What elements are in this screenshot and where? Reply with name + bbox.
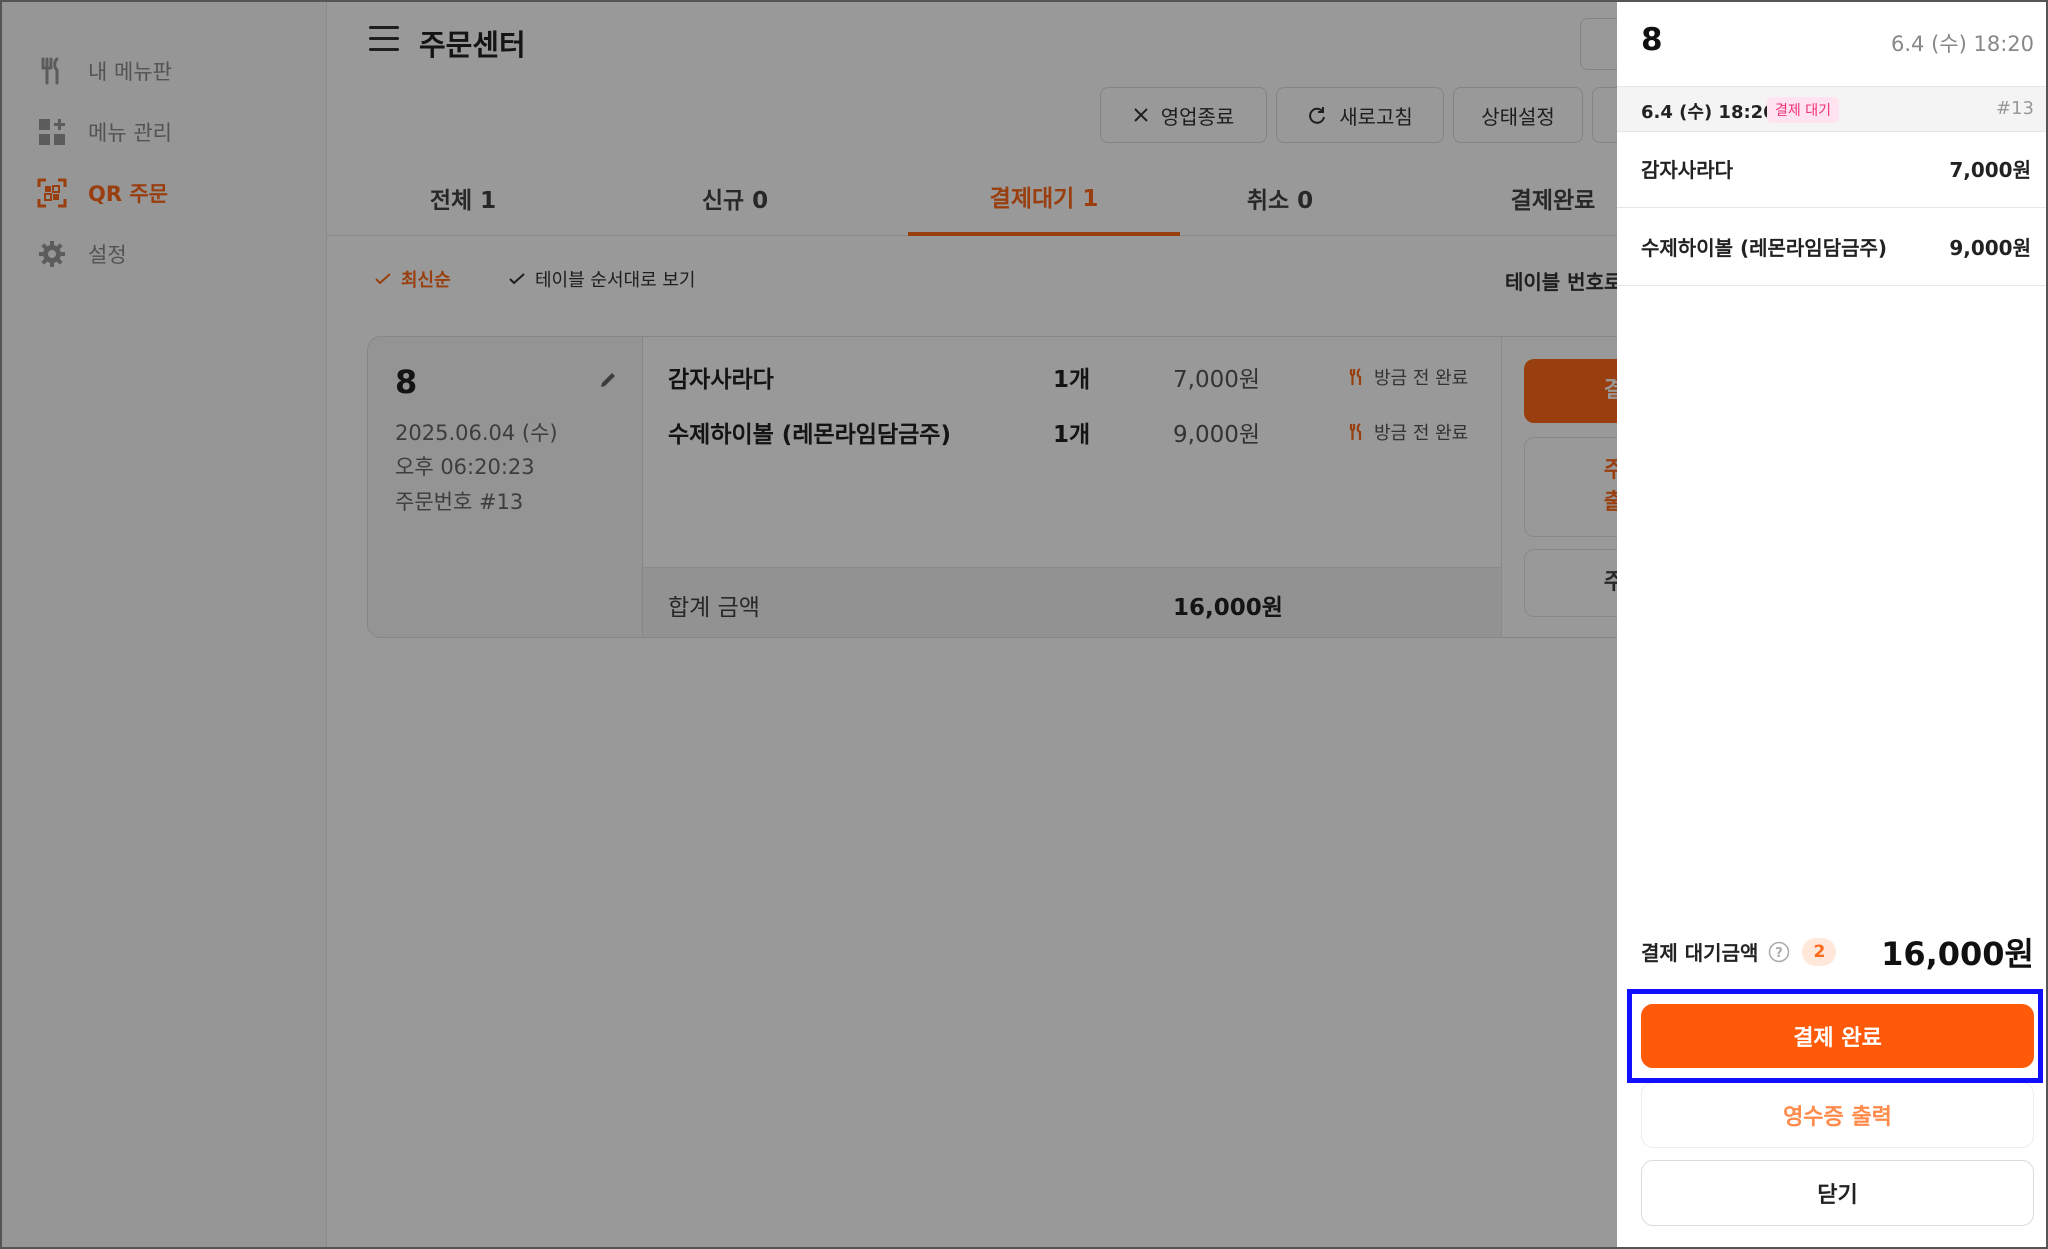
divider: [1617, 285, 2048, 286]
panel-item-price: 7,000원: [1949, 157, 2031, 182]
panel-order-header: 6.4 (수) 18:20 결제 대기 #13: [1617, 86, 2048, 132]
panel-order-number: #13: [1996, 98, 2034, 119]
target-highlight-box: [1627, 989, 2043, 1083]
panel-item-name: 감자사라다: [1641, 157, 1733, 182]
panel-item-price: 9,000원: [1949, 235, 2031, 260]
status-badge: 결제 대기: [1767, 97, 1839, 123]
app-root: 내 메뉴판 메뉴 관리 QR 주문 설정 주문센터 영업종료 새로고침 상태설정…: [0, 0, 2048, 1249]
panel-item-row: 감자사라다 7,000원: [1641, 148, 2031, 188]
panel-date: 6.4 (수) 18:20: [1891, 32, 2034, 56]
svg-text:?: ?: [1776, 946, 1784, 961]
divider: [1617, 207, 2048, 208]
panel-item-row: 수제하이볼 (레몬라임담금주) 9,000원: [1641, 226, 2031, 266]
summary-amount: 16,000원: [1881, 935, 2034, 973]
panel-order-date: 6.4 (수) 18:20: [1641, 102, 1776, 123]
summary-label-text: 결제 대기금액: [1641, 941, 1759, 965]
panel-item-name: 수제하이볼 (레몬라임담금주): [1641, 235, 1888, 260]
summary-count-badge: 2: [1802, 937, 1837, 966]
close-button[interactable]: 닫기: [1641, 1160, 2034, 1226]
help-icon[interactable]: ?: [1768, 941, 1790, 963]
modal-backdrop[interactable]: [0, 0, 1617, 1249]
panel-summary-label: 결제 대기금액 ? 2: [1641, 937, 1837, 966]
panel-table-number: 8: [1641, 22, 1663, 58]
print-receipt-button[interactable]: 영수증 출력: [1641, 1082, 2034, 1148]
